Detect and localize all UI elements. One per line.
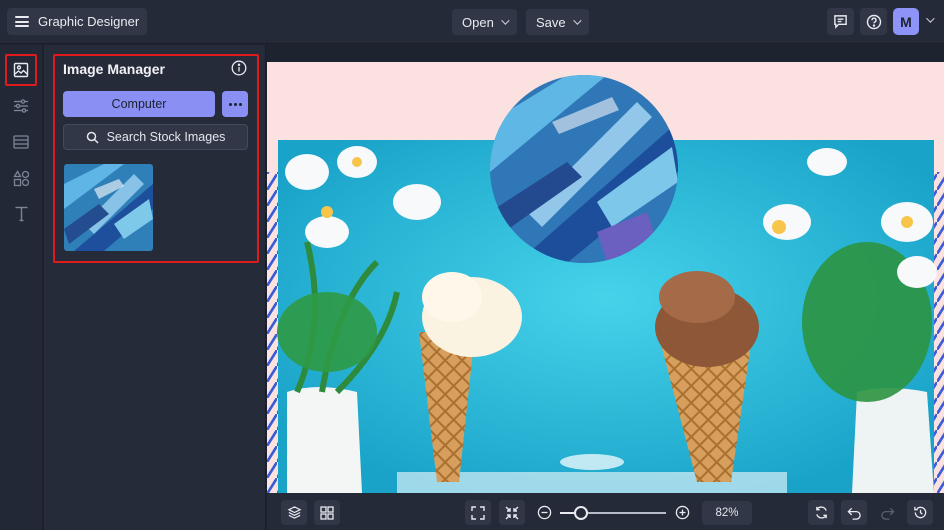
tool-rail	[0, 45, 43, 530]
help-icon	[866, 14, 881, 29]
history-icon	[913, 506, 926, 519]
chevron-down-icon	[500, 16, 510, 25]
more-dots-icon	[228, 102, 232, 106]
artboard[interactable]	[267, 62, 944, 493]
search-icon	[86, 131, 99, 144]
layout-icon	[13, 135, 29, 149]
open-label: Open	[462, 14, 494, 30]
refresh-icon	[815, 506, 827, 519]
rail-item-images[interactable]	[5, 54, 37, 86]
zoom-slider-handle[interactable]	[574, 506, 589, 520]
search-stock-images-button[interactable]: Search Stock Images	[63, 124, 248, 150]
image-manager-panel: Image Manager Computer Search Stock Imag…	[44, 45, 266, 530]
rail-item-layout[interactable]	[8, 129, 34, 155]
redo-icon	[880, 507, 895, 520]
rail-item-elements[interactable]	[8, 165, 34, 191]
elements-icon	[12, 169, 29, 186]
save-label: Save	[536, 14, 566, 30]
open-menu-button[interactable]: Open	[452, 9, 517, 35]
undo-icon	[846, 507, 861, 520]
uploaded-image-thumbnail[interactable]	[64, 164, 153, 251]
grid-button[interactable]	[314, 500, 340, 525]
sliders-icon	[14, 99, 28, 113]
undo-button[interactable]	[841, 500, 867, 525]
info-icon[interactable]	[231, 60, 247, 76]
main-menu-button[interactable]: Graphic Designer	[7, 8, 148, 35]
history-button[interactable]	[907, 500, 933, 525]
chevron-down-icon[interactable]	[926, 14, 935, 23]
canvas-area	[267, 45, 944, 493]
text-icon	[15, 206, 27, 222]
zoom-in-icon[interactable]	[675, 505, 690, 520]
layers-button[interactable]	[281, 500, 307, 525]
image-icon	[13, 62, 29, 78]
help-button[interactable]	[860, 8, 887, 35]
chevron-down-icon	[572, 16, 582, 25]
layers-icon	[287, 506, 301, 519]
search-label: Search Stock Images	[106, 130, 226, 144]
panel-title: Image Manager	[63, 61, 165, 77]
app-title: Graphic Designer	[38, 14, 140, 29]
zoom-out-icon[interactable]	[537, 505, 552, 520]
zoom-percentage[interactable]: 82%	[702, 501, 752, 525]
grid-icon	[320, 505, 334, 520]
fit-screen-icon	[471, 505, 485, 520]
shrink-icon	[505, 506, 519, 519]
shrink-button[interactable]	[499, 500, 525, 525]
comment-button[interactable]	[827, 8, 854, 35]
bottom-toolbar: 82%	[267, 493, 944, 530]
comment-icon	[834, 15, 847, 29]
upload-computer-button[interactable]: Computer	[63, 91, 215, 117]
redo-button[interactable]	[874, 500, 900, 525]
more-options-button[interactable]	[222, 91, 248, 117]
avatar[interactable]: M	[893, 8, 919, 35]
hamburger-icon	[15, 16, 29, 27]
save-menu-button[interactable]: Save	[526, 9, 589, 35]
fit-screen-button[interactable]	[465, 500, 491, 525]
top-bar: Graphic Designer Open Save M	[0, 0, 944, 44]
refresh-button[interactable]	[808, 500, 834, 525]
rail-item-text[interactable]	[8, 201, 34, 227]
rail-item-adjust[interactable]	[8, 93, 34, 119]
